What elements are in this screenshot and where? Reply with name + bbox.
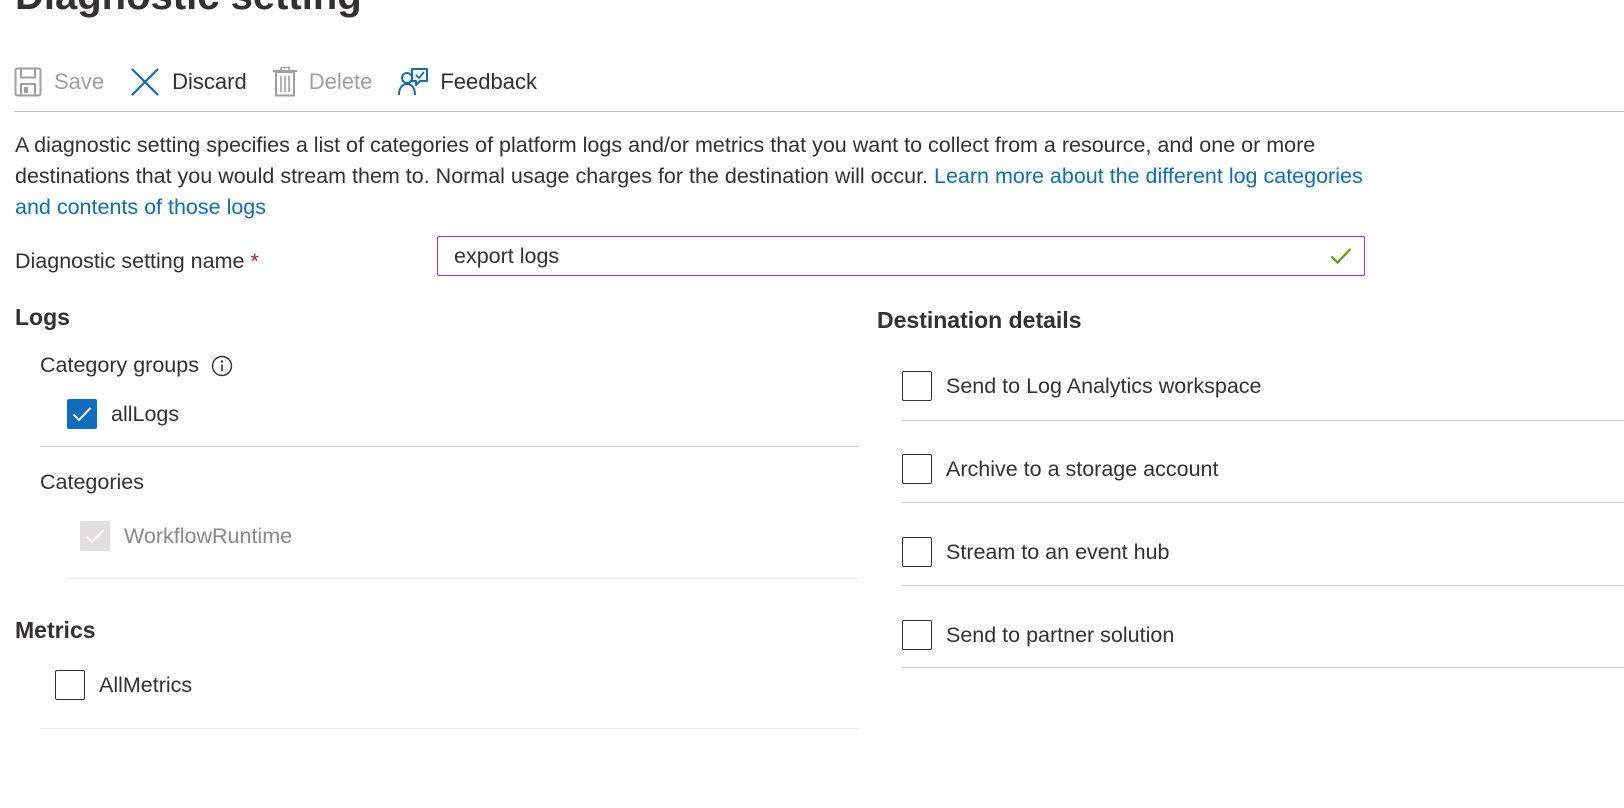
category-groups-header: Category groups — [40, 353, 233, 378]
partner-solution-checkbox[interactable] — [902, 620, 932, 650]
feedback-icon — [398, 68, 429, 96]
close-icon — [131, 68, 159, 96]
info-icon[interactable] — [211, 355, 233, 377]
checkbox-partner-solution[interactable]: Send to partner solution — [902, 620, 1174, 650]
checkbox-event-hub[interactable]: Stream to an event hub — [902, 537, 1170, 567]
destination-heading: Destination details — [877, 307, 1082, 333]
toolbar-divider — [14, 111, 1624, 112]
divider — [902, 667, 1624, 668]
partner-solution-label: Send to partner solution — [946, 622, 1175, 647]
checkmark-icon — [72, 407, 92, 422]
save-button[interactable]: Save — [14, 62, 104, 102]
feedback-label: Feedback — [440, 69, 537, 94]
setting-name-input[interactable] — [452, 238, 1312, 274]
checkbox-log-analytics[interactable]: Send to Log Analytics workspace — [902, 371, 1262, 401]
checkbox-alllogs[interactable]: allLogs — [67, 399, 179, 429]
alllogs-label: allLogs — [111, 401, 180, 426]
divider — [40, 446, 859, 447]
divider — [40, 728, 859, 729]
allmetrics-checkbox[interactable] — [55, 670, 85, 700]
delete-button[interactable]: Delete — [272, 62, 373, 102]
log-analytics-label: Send to Log Analytics workspace — [946, 373, 1262, 398]
required-marker: * — [250, 249, 259, 273]
description: A diagnostic setting specifies a list of… — [15, 130, 1385, 223]
storage-account-label: Archive to a storage account — [946, 456, 1219, 481]
event-hub-label: Stream to an event hub — [946, 539, 1170, 564]
save-icon — [14, 67, 42, 97]
page-title: Diagnostic setting — [15, 0, 362, 19]
alllogs-checkbox[interactable] — [67, 399, 97, 429]
logs-heading: Logs — [15, 304, 70, 330]
setting-name-label-text: Diagnostic setting name — [15, 249, 245, 273]
discard-label: Discard — [172, 69, 247, 94]
workflowruntime-label: WorkflowRuntime — [124, 523, 293, 548]
setting-name-field[interactable] — [437, 236, 1365, 276]
metrics-heading: Metrics — [15, 617, 96, 643]
event-hub-checkbox[interactable] — [902, 537, 932, 567]
checkbox-workflowruntime[interactable]: WorkflowRuntime — [80, 521, 292, 551]
divider — [902, 585, 1624, 586]
workflowruntime-checkbox[interactable] — [80, 521, 110, 551]
save-label: Save — [54, 69, 105, 94]
setting-name-label: Diagnostic setting name * — [15, 249, 259, 274]
feedback-button[interactable]: Feedback — [398, 62, 537, 102]
divider — [902, 502, 1624, 503]
valid-check-icon — [1330, 248, 1352, 265]
checkmark-icon — [85, 529, 105, 544]
trash-icon — [272, 67, 297, 97]
discard-button[interactable]: Discard — [130, 62, 247, 102]
divider — [67, 578, 859, 579]
checkbox-storage-account[interactable]: Archive to a storage account — [902, 454, 1219, 484]
delete-label: Delete — [308, 69, 373, 94]
command-bar: Save Discard Delete Feedback — [14, 58, 563, 106]
checkbox-allmetrics[interactable]: AllMetrics — [55, 670, 192, 700]
allmetrics-label: AllMetrics — [99, 672, 193, 697]
storage-account-checkbox[interactable] — [902, 454, 932, 484]
category-groups-label: Category groups — [40, 353, 199, 377]
categories-label: Categories — [40, 470, 144, 494]
divider — [902, 420, 1624, 421]
log-analytics-checkbox[interactable] — [902, 371, 932, 401]
